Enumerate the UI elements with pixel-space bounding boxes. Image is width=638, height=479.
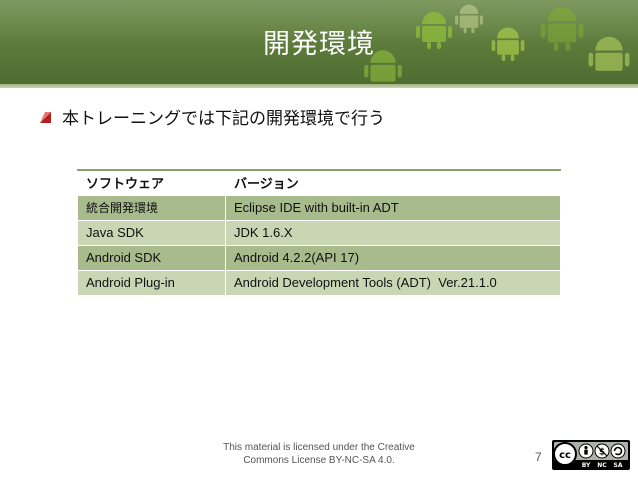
table-row: 統合開発環境 Eclipse IDE with built-in ADT bbox=[77, 194, 561, 221]
banner-rule bbox=[0, 84, 638, 88]
red-arrow-bullet-icon bbox=[40, 111, 51, 123]
table-cell: Eclipse IDE with built-in ADT bbox=[225, 194, 561, 221]
title-banner: 開発環境 bbox=[0, 0, 638, 88]
table-header-row: ソフトウェア バージョン bbox=[77, 169, 561, 196]
table-cell: Android Development Tools (ADT) Ver.21.1… bbox=[225, 269, 561, 296]
environment-table: ソフトウェア バージョン 統合開発環境 Eclipse IDE with bui… bbox=[77, 169, 561, 296]
table-cell: 統合開発環境 bbox=[77, 194, 226, 221]
bullet-text: 本トレーニングでは下記の開発環境で行う bbox=[62, 109, 385, 129]
bullet-item: 本トレーニングでは下記の開発環境で行う bbox=[36, 104, 385, 129]
license-note-line-2: Commons License BY-NC-SA 4.0. bbox=[243, 455, 395, 466]
creative-commons-badge-icon: cc $ BY NC SA bbox=[552, 440, 630, 470]
table-row: Android SDK Android 4.2.2(API 17) bbox=[77, 244, 561, 271]
sa-label: SA bbox=[614, 462, 623, 469]
table-row: Android Plug-in Android Development Tool… bbox=[77, 269, 561, 296]
cc-label: cc bbox=[559, 450, 571, 461]
table-cell: Android 4.2.2(API 17) bbox=[225, 244, 561, 271]
table-cell: Android SDK bbox=[77, 244, 226, 271]
header-software: ソフトウェア bbox=[77, 169, 226, 196]
by-label: BY bbox=[582, 462, 591, 469]
table-cell: Java SDK bbox=[77, 219, 226, 246]
license-note: This material is licensed under the Crea… bbox=[214, 441, 424, 467]
table-row: Java SDK JDK 1.6.X bbox=[77, 219, 561, 246]
table-cell: JDK 1.6.X bbox=[225, 219, 561, 246]
table-cell: Android Plug-in bbox=[77, 269, 226, 296]
license-note-line-1: This material is licensed under the Crea… bbox=[223, 442, 415, 453]
page-title: 開発環境 bbox=[263, 29, 375, 60]
header-version: バージョン bbox=[225, 169, 561, 196]
page-number: 7 bbox=[535, 450, 542, 464]
nc-label: NC bbox=[597, 462, 607, 469]
